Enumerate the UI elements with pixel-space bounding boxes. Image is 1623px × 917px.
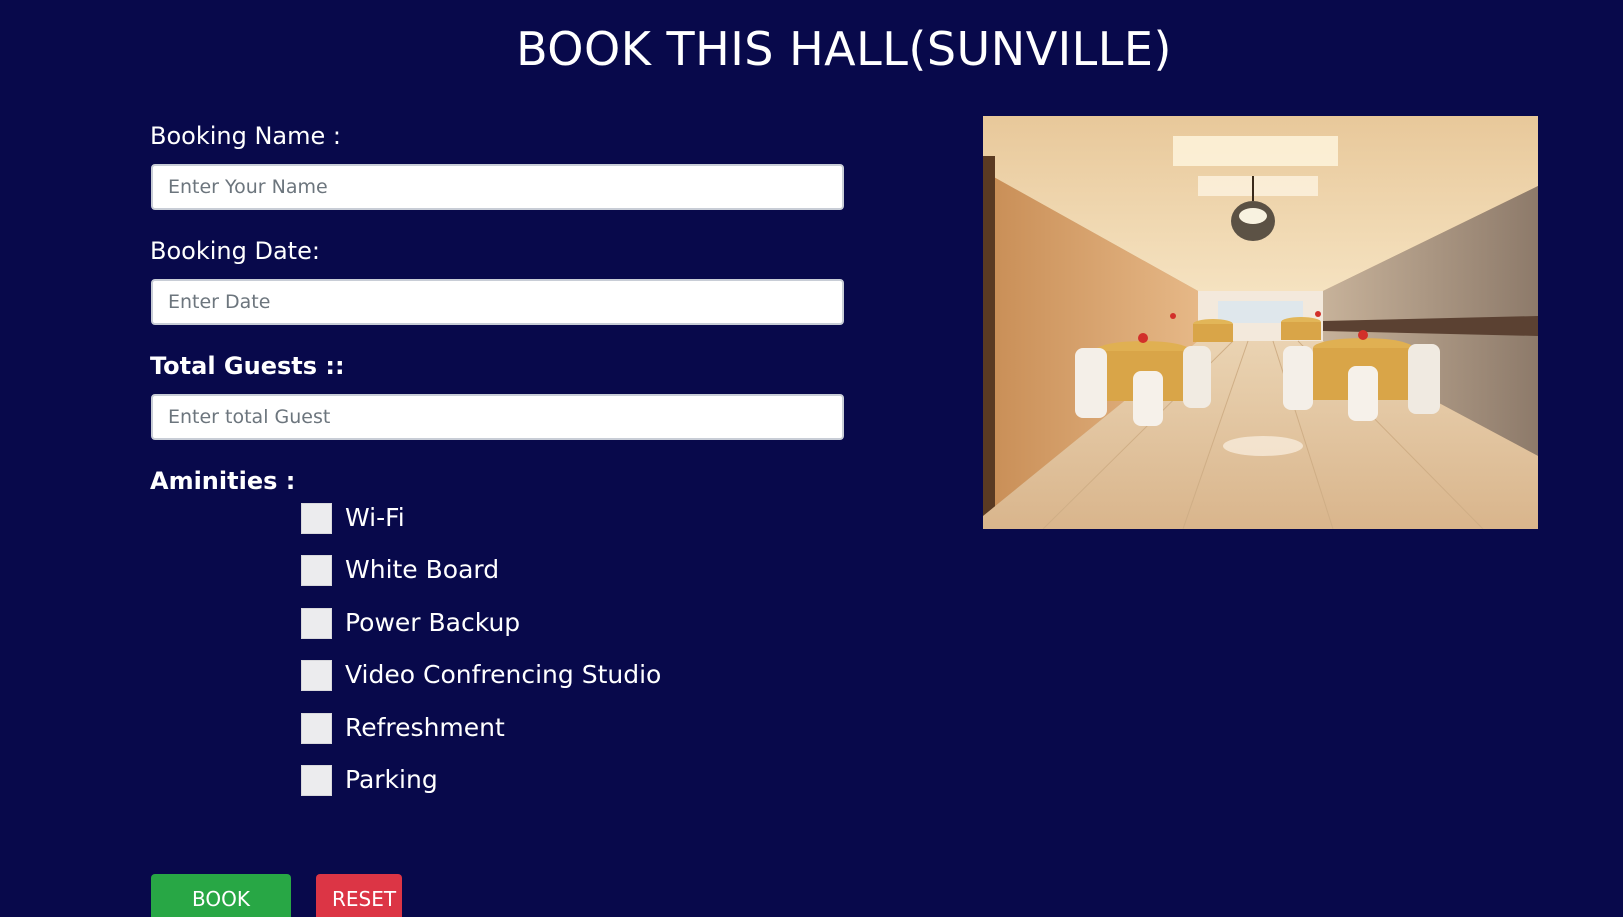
amenity-video-conferencing-checkbox[interactable] [301,659,332,691]
booking-date-label: Booking Date: [150,237,320,265]
amenity-white-board-label: White Board [345,555,500,584]
amenity-power-backup-label: Power Backup [345,608,521,637]
amenity-video-conferencing[interactable]: Video Confrencing Studio [301,657,661,693]
amenity-refreshment-checkbox[interactable] [301,712,332,744]
amenity-power-backup[interactable]: Power Backup [301,605,520,641]
amenity-video-conferencing-label: Video Confrencing Studio [345,660,662,689]
total-guests-input[interactable] [151,394,844,440]
banquet-hall-illustration [983,116,1538,529]
amenity-parking-checkbox[interactable] [301,764,332,796]
amenity-white-board-checkbox[interactable] [301,554,332,586]
amenity-refreshment-label: Refreshment [345,713,505,742]
amenities-label: Aminities : [150,467,296,495]
page-title: BOOK THIS HALL(SUNVILLE) [516,22,1172,76]
amenity-power-backup-checkbox[interactable] [301,607,332,639]
reset-button[interactable]: RESET [316,874,402,917]
total-guests-label: Total Guests :: [150,352,345,380]
amenity-white-board[interactable]: White Board [301,552,499,588]
amenity-parking-label: Parking [345,765,438,794]
booking-name-input[interactable] [151,164,844,210]
book-now-button[interactable]: BOOK NOW [151,874,291,917]
amenity-wifi[interactable]: Wi-Fi [301,500,405,536]
amenity-wifi-label: Wi-Fi [345,503,405,532]
amenity-parking[interactable]: Parking [301,762,438,798]
booking-date-input[interactable] [151,279,844,325]
booking-name-label: Booking Name : [150,122,341,150]
amenity-wifi-checkbox[interactable] [301,502,332,534]
hall-photo [983,116,1538,529]
amenity-refreshment[interactable]: Refreshment [301,710,505,746]
